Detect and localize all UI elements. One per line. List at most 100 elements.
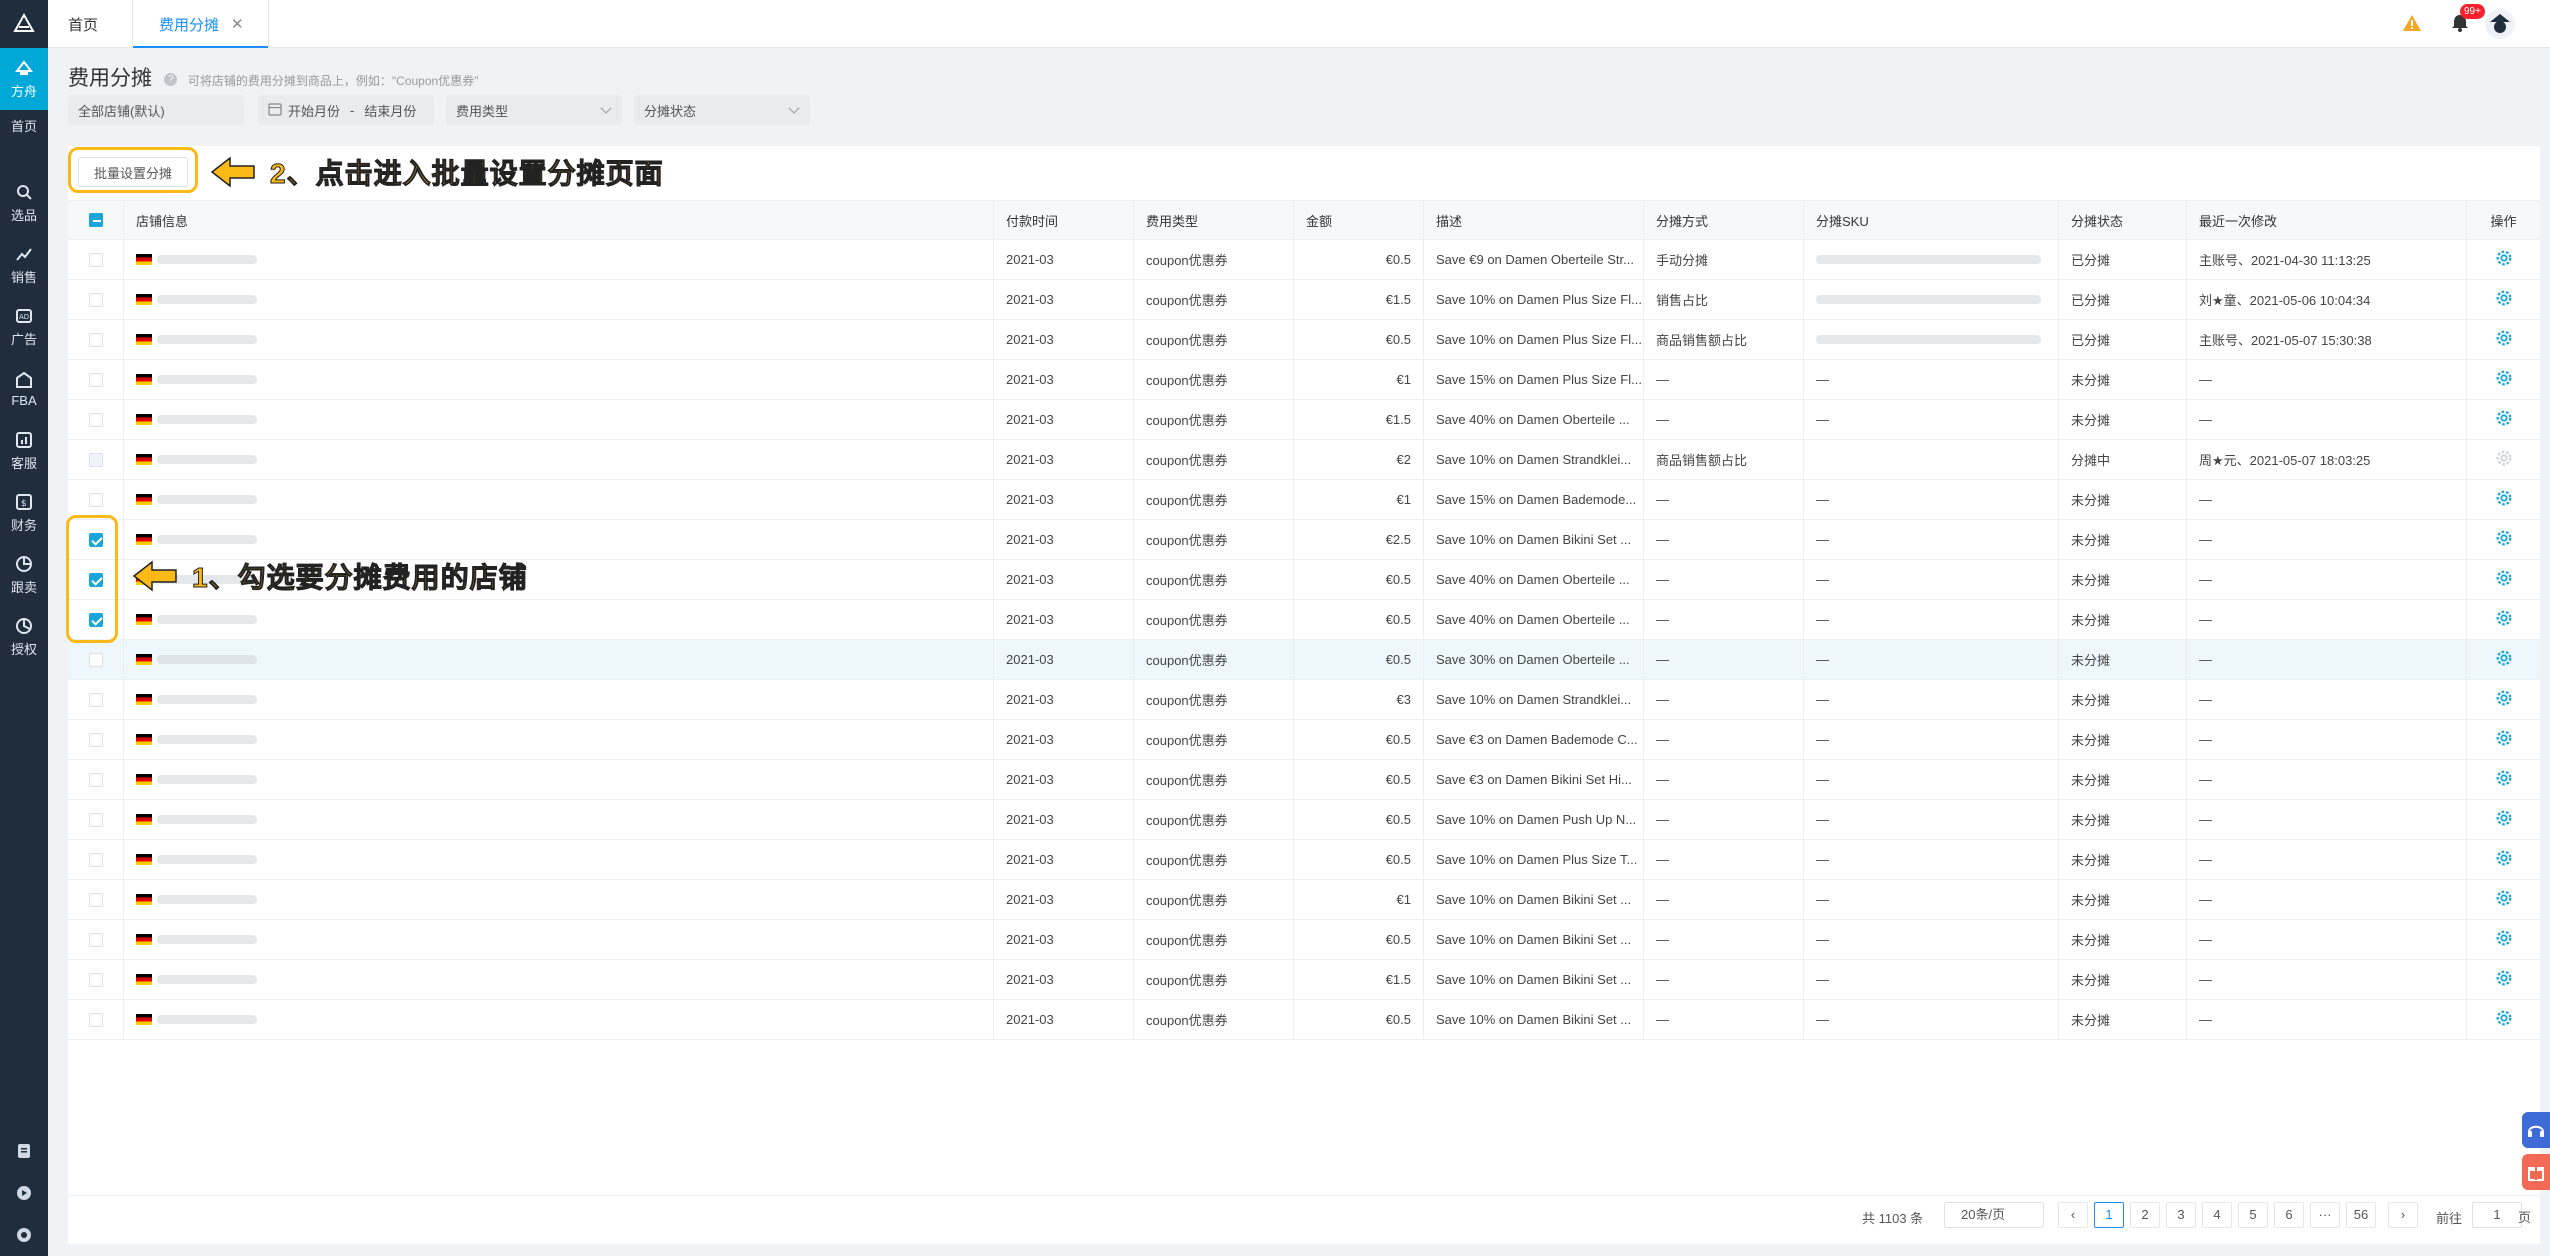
table-row[interactable]: 2021-03 coupon优惠券 €1.5 Save 10% on Damen Bi… [68, 960, 2540, 1000]
table-row[interactable]: 2021-03 coupon优惠券 €0.5 Save 10% on Damen Bi… [68, 1000, 2540, 1040]
help-icon[interactable]: ? [164, 73, 178, 86]
settings-gear-icon[interactable] [2495, 569, 2513, 590]
row-checkbox[interactable] [88, 412, 103, 427]
close-icon[interactable]: ✕ [231, 15, 244, 33]
settings-gear-icon[interactable] [2495, 489, 2513, 510]
table-row[interactable]: 2021-03 coupon优惠券 €3 Save 10% on Damen Stra… [68, 680, 2540, 720]
nav-item-label: FBA [11, 392, 37, 408]
avatar[interactable] [2484, 8, 2516, 40]
row-checkbox[interactable] [88, 692, 103, 707]
row-checkbox[interactable] [88, 972, 103, 987]
page-button[interactable]: 1 [2094, 1202, 2124, 1228]
settings-gear-icon[interactable] [2495, 729, 2513, 750]
table-row[interactable]: 2021-03 coupon优惠券 €1 Save 10% on Damen Biki… [68, 880, 2540, 920]
nav-item-4[interactable]: AD 广告 [0, 296, 48, 358]
table-row[interactable]: 2021-03 coupon优惠券 €0.5 Save 30% on Damen Ob… [68, 640, 2540, 680]
doc-icon[interactable] [0, 1130, 48, 1172]
settings-gear-icon[interactable] [2495, 809, 2513, 830]
row-checkbox[interactable] [88, 452, 103, 467]
table-row[interactable]: 2021-03 coupon优惠券 €1.5 Save 10% on Damen Pl… [68, 280, 2540, 320]
nav-item-2[interactable]: 选品 [0, 172, 48, 234]
table-row[interactable]: 2021-03 coupon优惠券 €0.5 Save €3 on Damen Bad… [68, 720, 2540, 760]
nav-item-8[interactable]: 跟卖 [0, 544, 48, 606]
page-button[interactable]: 5 [2238, 1202, 2268, 1228]
settings-gear-icon[interactable] [2495, 529, 2513, 550]
row-checkbox[interactable] [88, 372, 103, 387]
table-row[interactable]: 2021-03 coupon优惠券 €1 Save 15% on Damen Plus… [68, 360, 2540, 400]
status-select[interactable]: 分摊状态 [634, 95, 810, 125]
row-checkbox[interactable] [88, 812, 103, 827]
row-method: 商品销售额占比 [1644, 440, 1804, 479]
page-button[interactable]: 2 [2130, 1202, 2160, 1228]
page-button[interactable]: ··· [2310, 1202, 2340, 1228]
settings-gear-icon[interactable] [2495, 929, 2513, 950]
settings-gear-icon[interactable] [2495, 689, 2513, 710]
table-row[interactable]: 2021-03 coupon优惠券 €0.5 Save 10% on Damen Pl… [68, 320, 2540, 360]
nav-item-9[interactable]: 授权 [0, 606, 48, 668]
row-checkbox[interactable] [88, 1012, 103, 1027]
tab-home[interactable]: 首页 [68, 0, 98, 48]
bell-icon[interactable]: 99+ [2450, 4, 2485, 38]
store-select[interactable]: 全部店铺(默认) [68, 95, 244, 125]
settings-gear-icon[interactable] [2495, 409, 2513, 430]
row-checkbox[interactable] [88, 252, 103, 267]
prev-page-button[interactable]: ‹ [2058, 1202, 2088, 1228]
gift-icon[interactable] [2522, 1154, 2550, 1190]
page-size-select[interactable]: 20条/页 [1944, 1202, 2044, 1228]
settings-gear-icon[interactable] [2495, 329, 2513, 350]
page-button[interactable]: 56 [2346, 1202, 2376, 1228]
table-row[interactable]: 2021-03 coupon优惠券 €0.5 Save €3 on Damen Bik… [68, 760, 2540, 800]
nav-item-6[interactable]: 客服 [0, 420, 48, 482]
settings-gear-icon[interactable] [2495, 249, 2513, 270]
table-row[interactable]: 2021-03 coupon优惠券 €1.5 Save 40% on Damen Ob… [68, 400, 2540, 440]
settings-gear-icon[interactable] [2495, 849, 2513, 870]
headset-icon[interactable] [2522, 1112, 2550, 1148]
row-checkbox[interactable] [88, 772, 103, 787]
settings-gear-icon[interactable] [2495, 1009, 2513, 1030]
settings-gear-icon[interactable] [2495, 609, 2513, 630]
nav-item-3[interactable]: 销售 [0, 234, 48, 296]
row-checkbox[interactable] [88, 932, 103, 947]
app-logo[interactable] [0, 0, 48, 48]
goto-page-input[interactable]: 1 [2472, 1202, 2522, 1228]
row-checkbox[interactable] [88, 332, 103, 347]
nav-item-0[interactable]: 方舟 [0, 48, 48, 110]
page-button[interactable]: 3 [2166, 1202, 2196, 1228]
row-checkbox[interactable] [88, 732, 103, 747]
table-row[interactable]: 2021-03 coupon优惠券 €0.5 Save €9 on Damen Obe… [68, 240, 2540, 280]
settings-gear-icon[interactable] [2495, 969, 2513, 990]
settings-gear-icon[interactable] [2495, 889, 2513, 910]
settings-gear-icon[interactable] [2495, 649, 2513, 670]
warning-icon[interactable] [2402, 13, 2422, 38]
table-row[interactable]: 2021-03 coupon优惠券 €1 Save 15% on Damen Bade… [68, 480, 2540, 520]
table-row[interactable]: 2021-03 coupon优惠券 €2 Save 10% on Damen Stra… [68, 440, 2540, 480]
table-row[interactable]: 2021-03 coupon优惠券 €0.5 Save 10% on Damen Pu… [68, 800, 2540, 840]
table-row[interactable]: 2021-03 coupon优惠券 €0.5 Save 40% on Damen Ob… [68, 600, 2540, 640]
fee-type-select[interactable]: 费用类型 [446, 95, 622, 125]
nav-item-7[interactable]: $ 财务 [0, 482, 48, 544]
settings-gear-icon[interactable] [2495, 369, 2513, 390]
row-checkbox[interactable] [88, 492, 103, 507]
table-row[interactable]: 2021-03 coupon优惠券 €0.5 Save 10% on Damen Bi… [68, 920, 2540, 960]
page-button[interactable]: 4 [2202, 1202, 2232, 1228]
row-checkbox[interactable] [88, 292, 103, 307]
settings-gear-icon[interactable] [2495, 289, 2513, 310]
nav-item-1[interactable]: 首页 [0, 110, 48, 140]
chevron-down-icon [600, 102, 612, 114]
row-checkbox[interactable] [88, 852, 103, 867]
blurred-sku [1816, 295, 2041, 304]
row-checkbox[interactable] [88, 892, 103, 907]
play-icon[interactable] [0, 1172, 48, 1214]
month-range-picker[interactable]: 开始月份 - 结束月份 [258, 95, 434, 125]
batch-allocation-button[interactable]: 批量设置分摊 [78, 157, 188, 187]
nav-item-5[interactable]: FBA [0, 358, 48, 420]
table-row[interactable]: 2021-03 coupon优惠券 €0.5 Save 10% on Damen Pl… [68, 840, 2540, 880]
settings-gear-icon[interactable] [2495, 769, 2513, 790]
page-button[interactable]: 6 [2274, 1202, 2304, 1228]
tab-cost-allocation[interactable]: 费用分摊 ✕ [132, 0, 269, 48]
table-row[interactable]: 2021-03 coupon优惠券 €2.5 Save 10% on Damen Bi… [68, 520, 2540, 560]
next-page-button[interactable]: › [2388, 1202, 2418, 1228]
logout-icon[interactable] [0, 1214, 48, 1256]
row-checkbox[interactable] [88, 652, 103, 667]
select-all-checkbox[interactable] [88, 213, 103, 227]
